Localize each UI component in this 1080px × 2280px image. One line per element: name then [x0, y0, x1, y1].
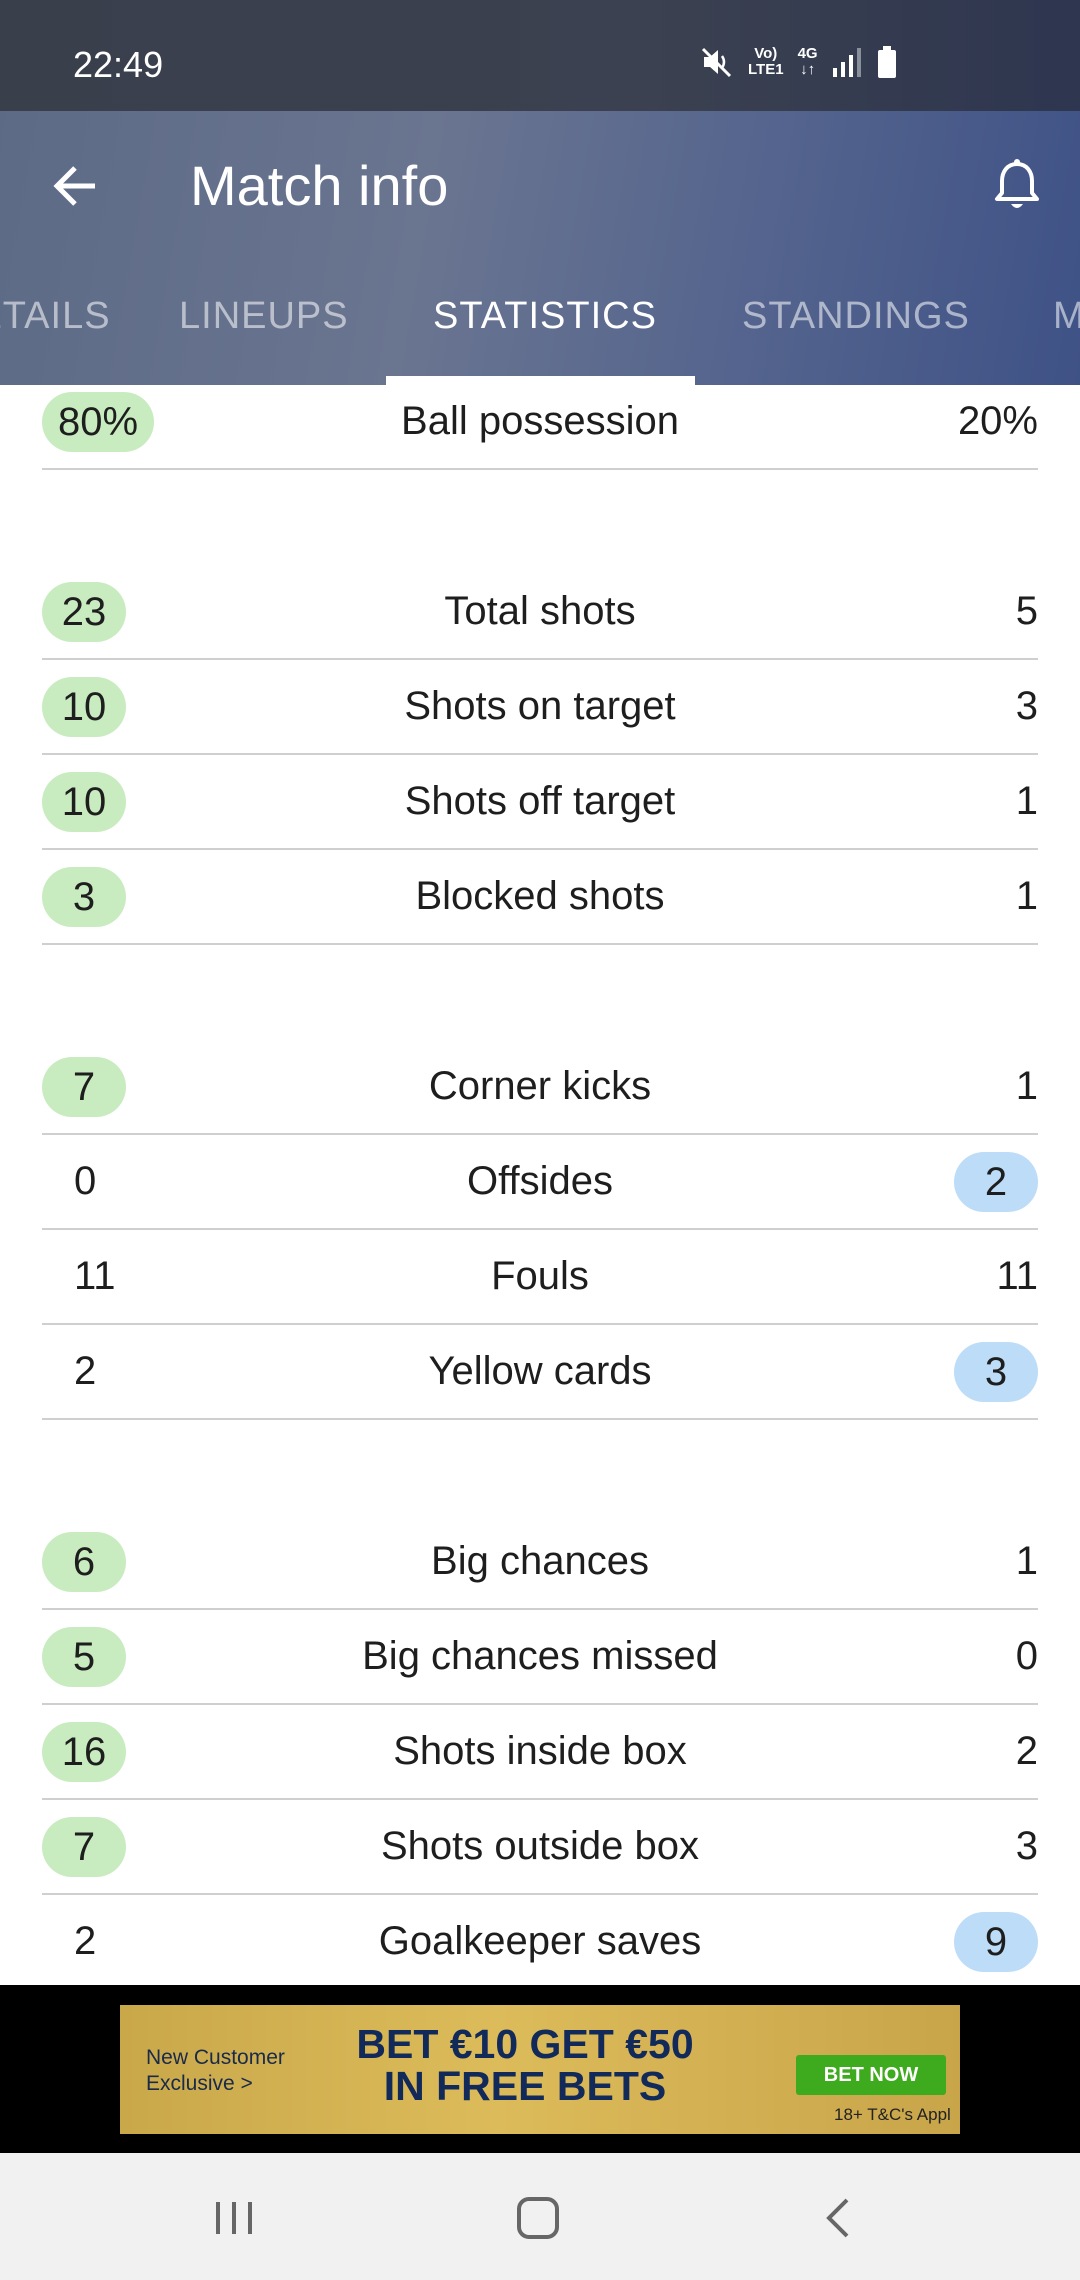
stat-row-yellow-cards: Yellow cards 2 3 — [42, 1325, 1038, 1420]
stat-row-blocked-shots: Blocked shots 3 1 — [42, 850, 1038, 945]
tab-statistics[interactable]: STATISTICS — [433, 295, 657, 338]
stat-home-value: 7 — [42, 1817, 126, 1877]
stat-label: Fouls — [491, 1254, 589, 1298]
stat-home-value: 6 — [42, 1532, 126, 1592]
stat-home-value: 10 — [42, 677, 126, 737]
page-title: Match info — [190, 154, 449, 217]
stat-label: Ball possession — [401, 399, 679, 443]
app-header: 22:49 Vo) LTE1 4G ↓↑ Match info TAILS LI… — [0, 0, 1080, 385]
stat-label: Total shots — [444, 589, 636, 633]
tab-details[interactable]: DETAILS — [0, 295, 111, 338]
signal-icon — [832, 48, 861, 77]
battery-icon — [877, 46, 896, 78]
bell-icon — [995, 159, 1039, 208]
stat-away-value: 3 — [1015, 1824, 1038, 1868]
stat-away-value: 3 — [1015, 684, 1038, 728]
recents-button[interactable] — [184, 2173, 284, 2263]
volte-indicator: Vo) LTE1 — [748, 45, 784, 78]
stat-label: Blocked shots — [415, 874, 665, 918]
home-button[interactable] — [488, 2173, 588, 2263]
stat-row-big-chances: Big chances 6 1 — [42, 1515, 1038, 1610]
back-chevron-icon — [826, 2198, 849, 2238]
stat-away-value: 11 — [996, 1254, 1038, 1298]
ad-banner[interactable]: New Customer Exclusive > BET €10 GET €50… — [120, 2005, 960, 2134]
status-icons: Vo) LTE1 4G ↓↑ — [700, 42, 898, 82]
stat-row-offsides: Offsides 0 2 — [42, 1135, 1038, 1230]
statistics-list: Ball possession 80% 20% Total shots 23 5… — [0, 385, 1080, 1985]
stat-label: Offsides — [467, 1159, 613, 1203]
stat-away-value: 2 — [954, 1152, 1038, 1212]
stat-label: Big chances — [431, 1539, 649, 1583]
stat-home-value: 5 — [42, 1627, 126, 1687]
tab-lineups[interactable]: LINEUPS — [179, 295, 349, 338]
stat-home-value: 11 — [74, 1254, 116, 1298]
ad-bet-now-button[interactable]: BET NOW — [796, 2055, 946, 2095]
ad-terms: 18+ T&C's Appl — [834, 2105, 951, 2124]
stat-home-value: 10 — [42, 772, 126, 832]
home-icon — [517, 2197, 559, 2239]
stat-away-value: 1 — [1015, 1064, 1038, 1108]
stat-row-shots-on-target: Shots on target 10 3 — [42, 660, 1038, 755]
stat-label: Shots on target — [404, 684, 676, 728]
stat-home-value: 0 — [74, 1159, 97, 1203]
back-button[interactable] — [40, 151, 110, 221]
stat-label: Corner kicks — [428, 1064, 652, 1108]
stat-row-shots-outside-box: Shots outside box 7 3 — [42, 1800, 1038, 1895]
stat-home-value: 16 — [42, 1722, 126, 1782]
status-time: 22:49 — [73, 44, 164, 85]
tab-standings[interactable]: STANDINGS — [742, 295, 970, 338]
tab-bar: DETAILS LINEUPS STATISTICS STANDINGS MAT… — [0, 265, 1080, 385]
stat-row-ball-possession: Ball possession 80% 20% — [42, 385, 1038, 470]
stat-row-fouls: Fouls 11 11 — [42, 1230, 1038, 1325]
stat-label: Goalkeeper saves — [378, 1919, 702, 1963]
stat-label: Shots outside box — [381, 1824, 699, 1868]
stat-home-value: 3 — [42, 867, 126, 927]
ad-subtitle: New Customer Exclusive > — [146, 2046, 285, 2095]
notifications-button[interactable] — [982, 149, 1052, 223]
stat-home-value: 7 — [42, 1057, 126, 1117]
stat-row-big-chances-missed: Big chances missed 5 0 — [42, 1610, 1038, 1705]
stat-label: Big chances missed — [362, 1634, 718, 1678]
stat-away-value: 1 — [1015, 1539, 1038, 1583]
stat-away-value: 3 — [954, 1342, 1038, 1402]
stat-row-shots-off-target: Shots off target 10 1 — [42, 755, 1038, 850]
stat-away-value: 1 — [1015, 874, 1038, 918]
status-bar: 22:49 Vo) LTE1 4G ↓↑ — [0, 0, 1080, 111]
toolbar: Match info — [0, 111, 1080, 261]
network-type-indicator: 4G ↓↑ — [797, 45, 818, 78]
stat-label: Shots inside box — [393, 1729, 687, 1773]
arrow-left-icon — [53, 166, 95, 206]
stat-row-goalkeeper-saves: Goalkeeper saves 2 9 — [42, 1895, 1038, 1985]
stat-home-value: 80% — [42, 392, 155, 452]
stat-away-value: 20% — [957, 399, 1038, 443]
stat-away-value: 1 — [1015, 779, 1038, 823]
stat-row-total-shots: Total shots 23 5 — [42, 565, 1038, 660]
system-back-button[interactable] — [788, 2173, 888, 2263]
stat-home-value: 2 — [74, 1349, 97, 1393]
ad-banner-container: New Customer Exclusive > BET €10 GET €50… — [0, 1985, 1080, 2153]
stat-label: Yellow cards — [428, 1349, 652, 1393]
stat-row-shots-inside-box: Shots inside box 16 2 — [42, 1705, 1038, 1800]
stat-away-value: 2 — [1015, 1729, 1038, 1773]
recents-icon — [216, 2202, 252, 2234]
ad-headline: BET €10 GET €50 IN FREE BETS — [356, 2021, 694, 2109]
stat-row-corner-kicks: Corner kicks 7 1 — [42, 1040, 1038, 1135]
system-navigation-bar — [0, 2153, 1080, 2280]
active-tab-indicator — [386, 376, 695, 385]
stat-away-value: 0 — [1015, 1634, 1038, 1678]
mute-icon — [701, 47, 732, 78]
stat-home-value: 2 — [74, 1919, 97, 1963]
stat-away-value: 5 — [1015, 589, 1038, 633]
stat-home-value: 23 — [42, 582, 126, 642]
stat-label: Shots off target — [404, 779, 676, 823]
stat-away-value: 9 — [954, 1912, 1038, 1972]
tab-matches[interactable]: MATCHES — [1053, 295, 1080, 338]
